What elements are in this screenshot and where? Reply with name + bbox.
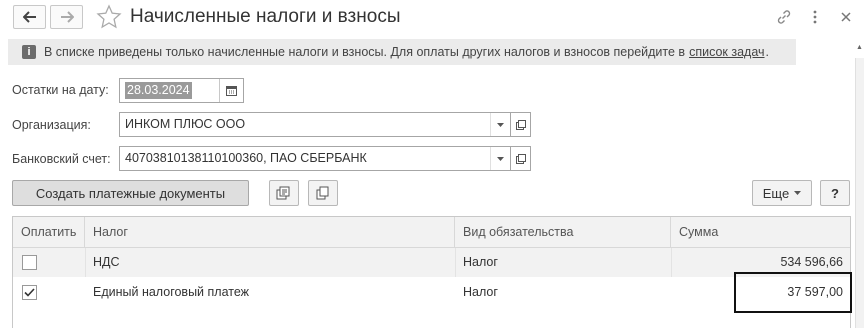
more-actions-label: Еще [762,185,790,201]
link-icon [777,10,791,24]
documents-edit-icon [276,186,290,200]
bank-account-label: Банковский счет: [12,152,111,166]
more-vertical-icon [813,10,817,24]
arrow-left-icon [22,11,36,23]
tax-name-cell: НДС [93,255,120,269]
bank-account-value[interactable]: 40703810138110100360, ПАО СБЕРБАНК [125,151,367,165]
info-dot: . [765,45,770,59]
organization-dropdown-button[interactable] [490,113,510,136]
arrow-right-icon [60,11,74,23]
close-icon [841,12,851,22]
close-button[interactable] [836,7,856,27]
organization-value[interactable]: ИНКОМ ПЛЮС ООО [125,117,245,131]
organization-open-button[interactable] [511,112,531,137]
info-text: В списке приведены только начисленные на… [44,45,686,59]
column-divider [455,248,456,277]
back-button[interactable] [13,5,46,29]
title-bar: Начисленные налоги и взносы [0,0,864,36]
scroll-up-arrow[interactable]: ▲ [856,44,863,51]
column-header-amount[interactable]: Сумма [671,217,850,247]
organization-label: Организация: [12,118,91,132]
bank-account-open-button[interactable] [511,146,531,171]
copy-button[interactable] [308,180,338,206]
chevron-down-icon [794,191,802,195]
date-value[interactable]: 28.03.2024 [125,82,192,99]
date-input[interactable]: 28.03.2024 [119,78,244,103]
check-icon [24,288,35,297]
create-payment-documents-button[interactable]: Создать платежные документы [12,180,249,206]
more-menu-button[interactable] [808,7,822,27]
taxes-table: Оплатить Налог Вид обязательства Сумма Н… [12,216,851,328]
pay-checkbox[interactable] [22,255,37,270]
chevron-down-icon [497,122,504,127]
bank-account-dropdown-button[interactable] [490,147,510,170]
star-icon [96,4,122,29]
page-title: Начисленные налоги и взносы [130,6,401,27]
table-row[interactable]: НДС Налог 534 596,66 [13,248,850,277]
info-banner: i В списке приведены только начисленные … [8,39,796,65]
open-form-icon [515,119,526,130]
obligation-type-cell: Налог [463,285,498,299]
bulk-edit-button[interactable] [269,180,299,206]
organization-field[interactable]: ИНКОМ ПЛЮС ООО [119,112,511,137]
tax-name-cell: Единый налоговый платеж [93,285,250,299]
bank-account-field[interactable]: 40703810138110100360, ПАО СБЕРБАНК [119,146,511,171]
task-list-link[interactable]: список задач [689,45,764,59]
chevron-down-icon [497,156,504,161]
info-icon: i [22,45,36,59]
highlight-annotation [734,272,852,313]
column-header-tax[interactable]: Налог [85,217,455,247]
column-header-obligation-type[interactable]: Вид обязательства [455,217,671,247]
help-button[interactable]: ? [820,180,850,206]
date-label: Остатки на дату: [12,83,109,97]
table-header: Оплатить Налог Вид обязательства Сумма [13,217,850,248]
more-actions-button[interactable]: Еще [752,180,812,206]
column-header-pay[interactable]: Оплатить [13,217,85,247]
pay-checkbox[interactable] [22,285,37,300]
favorite-star-button[interactable] [96,4,122,30]
open-form-icon [515,153,526,164]
column-divider [671,248,672,277]
obligation-type-cell: Налог [463,255,498,269]
column-divider [85,248,86,277]
table-row[interactable]: Единый налоговый платеж Налог 37 597,00 [13,278,850,307]
link-button[interactable] [774,7,794,27]
copy-icon [316,186,329,200]
forward-button[interactable] [50,5,83,29]
vertical-scrollbar[interactable] [855,58,864,328]
calendar-icon [226,86,237,96]
calendar-button[interactable] [219,79,243,102]
